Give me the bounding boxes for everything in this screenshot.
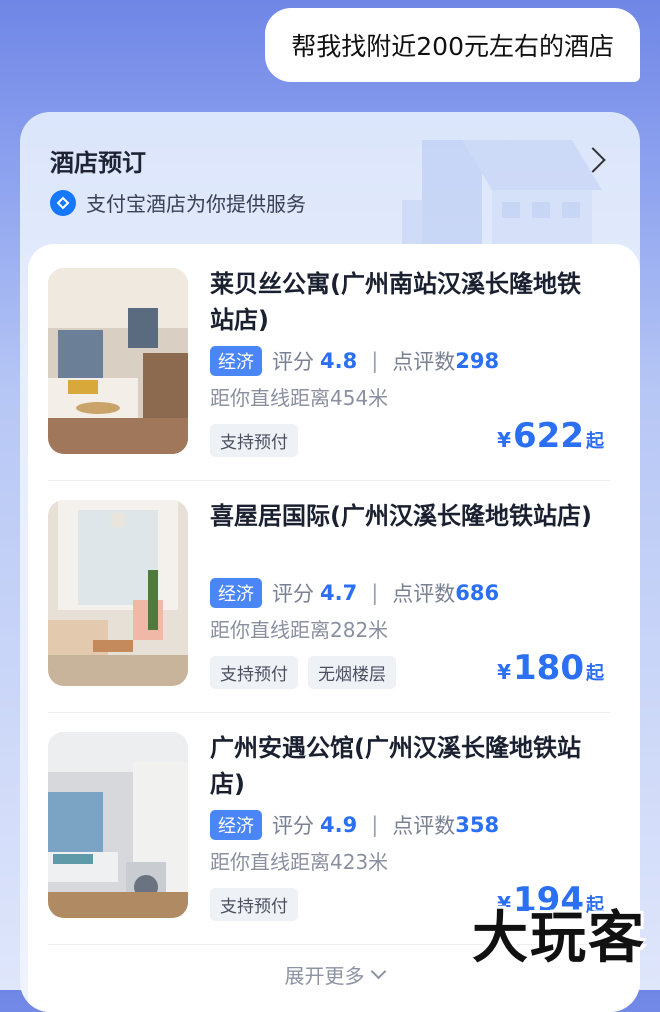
meta-divider: |	[371, 349, 379, 373]
reviews-label: 点评数	[392, 582, 456, 606]
hotel-photo[interactable]	[48, 500, 188, 686]
rating-label: 评分	[272, 582, 314, 606]
reviews-count: 298	[455, 349, 500, 373]
hotel-distance: 距你直线距离423米	[210, 850, 389, 874]
reviews-count: 686	[455, 581, 500, 605]
tag-prepay: 支持预付	[210, 888, 298, 921]
hotel-name[interactable]: 莱贝丝公寓(广州南站汉溪长隆地铁站店)	[210, 266, 600, 338]
hotel-price: ¥ 180 起	[497, 648, 604, 688]
price-value: 180	[513, 648, 584, 688]
level-badge: 经济	[210, 810, 262, 840]
expand-more-label: 展开更多	[284, 964, 365, 988]
reviews-label: 点评数	[392, 350, 456, 374]
provider-text: 支付宝酒店为你提供服务	[86, 192, 306, 216]
hotel-meta: 经济 评分 4.7 | 点评数 686	[210, 578, 499, 608]
rating-value: 4.9	[320, 813, 358, 837]
price-suffix: 起	[586, 431, 604, 452]
provider-line: 支付宝酒店为你提供服务	[50, 188, 306, 217]
price-value: 622	[513, 416, 584, 456]
divider	[48, 480, 610, 481]
level-badge: 经济	[210, 346, 262, 376]
rating-label: 评分	[272, 350, 314, 374]
user-message-bubble: 帮我找附近200元左右的酒店	[265, 8, 640, 82]
reviews-label: 点评数	[392, 814, 456, 838]
hotel-booking-card: 酒店预订 支付宝酒店为你提供服务 莱贝丝公寓(广州南站汉溪长隆地铁站店) 经济 …	[20, 112, 640, 1012]
rating-value: 4.7	[320, 581, 358, 605]
hotel-distance: 距你直线距离454米	[210, 386, 389, 410]
meta-divider: |	[371, 813, 379, 837]
chevron-right-icon[interactable]	[580, 147, 606, 173]
hotel-tags: 支持预付	[210, 424, 308, 457]
hotel-name[interactable]: 喜屋居国际(广州汉溪长隆地铁站店)	[210, 498, 600, 534]
hotel-name[interactable]: 广州安遇公馆(广州汉溪长隆地铁站店)	[210, 730, 600, 802]
hotel-item[interactable]: 莱贝丝公寓(广州南站汉溪长隆地铁站店) 经济 评分 4.8 | 点评数 298 …	[48, 268, 610, 458]
level-badge: 经济	[210, 578, 262, 608]
price-currency: ¥	[497, 660, 512, 684]
hotel-distance: 距你直线距离282米	[210, 618, 389, 642]
tag-no-smoking: 无烟楼层	[308, 656, 396, 689]
card-header[interactable]: 酒店预订	[50, 140, 610, 180]
rating-value: 4.8	[320, 349, 358, 373]
hotel-meta: 经济 评分 4.8 | 点评数 298	[210, 346, 499, 376]
divider	[48, 712, 610, 713]
alipay-icon	[50, 189, 76, 216]
price-suffix: 起	[586, 663, 604, 684]
hotel-price: ¥ 622 起	[497, 416, 604, 456]
hotel-photo[interactable]	[48, 732, 188, 918]
hotel-photo[interactable]	[48, 268, 188, 454]
user-message-text: 帮我找附近200元左右的酒店	[291, 32, 614, 61]
chevron-down-icon	[370, 963, 386, 980]
tag-prepay: 支持预付	[210, 424, 298, 457]
hotel-meta: 经济 评分 4.9 | 点评数 358	[210, 810, 499, 840]
meta-divider: |	[371, 581, 379, 605]
price-currency: ¥	[497, 428, 512, 452]
card-title: 酒店预订	[50, 148, 146, 177]
tag-prepay: 支持预付	[210, 656, 298, 689]
watermark-logo: 大玩客	[472, 906, 646, 971]
rating-label: 评分	[272, 814, 314, 838]
reviews-count: 358	[455, 813, 500, 837]
hotel-tags: 支持预付	[210, 888, 308, 921]
hotel-item[interactable]: 喜屋居国际(广州汉溪长隆地铁站店) 经济 评分 4.7 | 点评数 686 距你…	[48, 500, 610, 690]
hotel-tags: 支持预付 无烟楼层	[210, 656, 406, 689]
